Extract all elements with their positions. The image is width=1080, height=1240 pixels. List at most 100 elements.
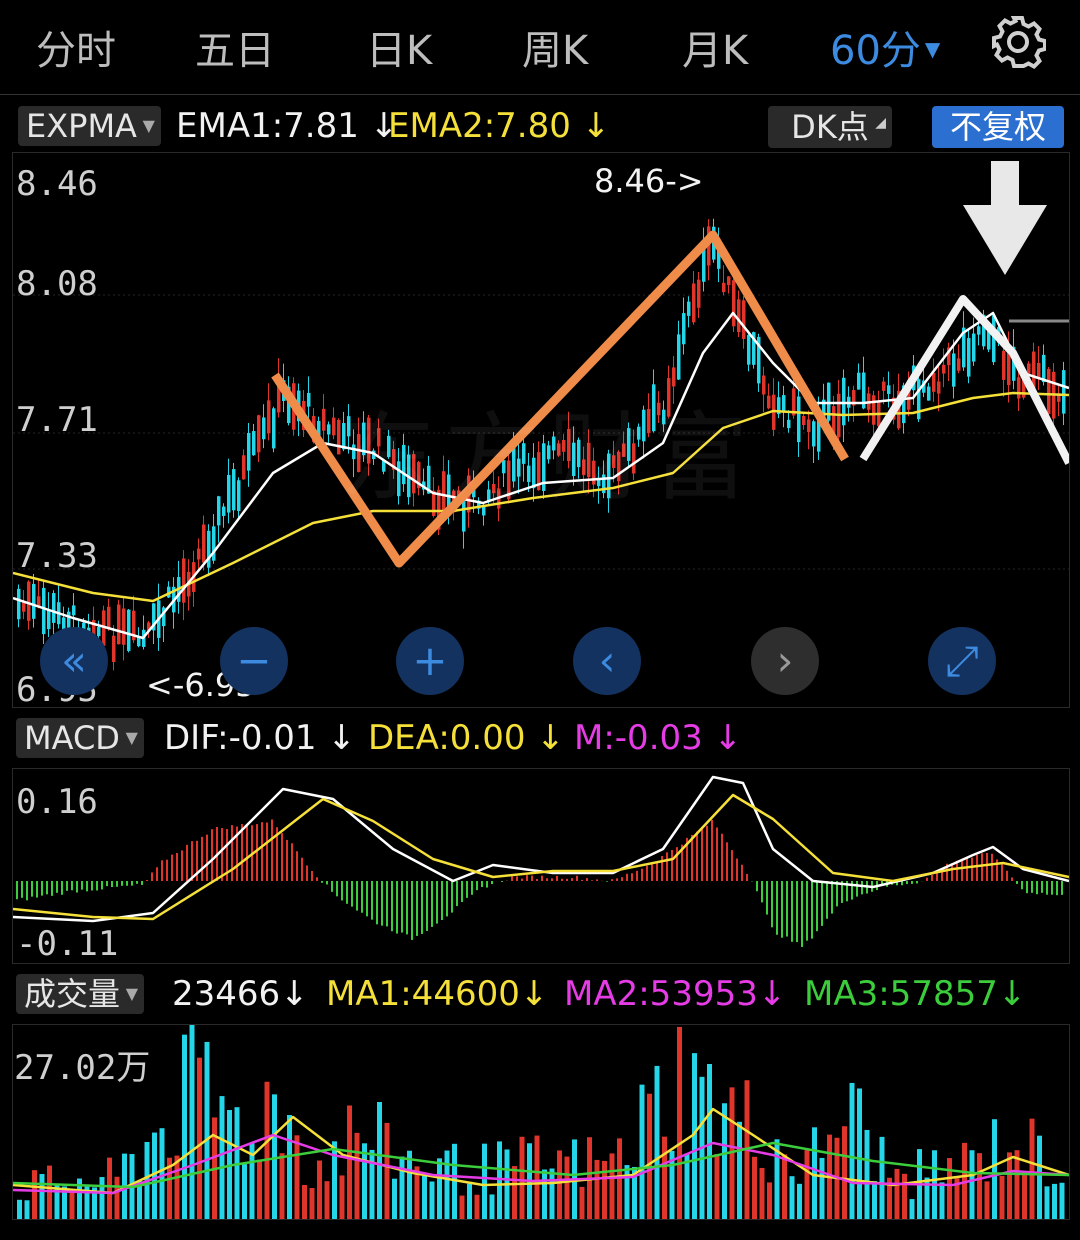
volume-bar xyxy=(242,1164,247,1219)
candle-body xyxy=(202,524,206,563)
tab-five-day[interactable]: 五日 xyxy=(195,18,275,76)
previous-button[interactable]: ‹ xyxy=(573,627,641,695)
candle-body xyxy=(257,415,261,453)
volume-bar xyxy=(812,1127,817,1219)
volume-bar xyxy=(182,1034,187,1219)
volume-bar xyxy=(1044,1186,1050,1219)
candle-body xyxy=(52,593,56,623)
ema2-arrow: ↓ xyxy=(581,106,611,146)
macd-select[interactable]: MACD ▼ xyxy=(16,718,144,758)
candle-body xyxy=(727,276,731,286)
tab-60min[interactable]: 60分 ▼ xyxy=(830,18,940,76)
candle-body xyxy=(917,379,921,420)
tab-intraday[interactable]: 分时 xyxy=(36,18,116,76)
candle-body xyxy=(327,424,331,435)
candle-body xyxy=(692,283,696,323)
candle-body xyxy=(242,455,246,480)
volume-bar xyxy=(392,1178,397,1219)
rewind-icon: « xyxy=(61,636,87,685)
high-price-label: 8.46-> xyxy=(594,162,704,200)
volume-indicator-bar: 成交量 ▼ 23466↓ MA1:44600↓ MA2:53953↓ MA3:57… xyxy=(0,972,1080,1016)
tab-daily-k[interactable]: 日K xyxy=(366,18,432,76)
macd-chart[interactable] xyxy=(12,768,1070,964)
ema1-value: EMA1:7.81 ↓ xyxy=(176,106,398,146)
ema2-text: EMA2:7.80 xyxy=(388,106,571,146)
candle-body xyxy=(767,395,771,409)
candle-body xyxy=(972,333,976,362)
candle-body xyxy=(807,419,811,433)
vol-ma1-arrow: ↓ xyxy=(519,974,549,1014)
volume-bar xyxy=(737,1121,742,1219)
volume-bar xyxy=(54,1184,60,1219)
next-icon: › xyxy=(776,636,794,685)
candle-body xyxy=(797,396,801,443)
candle-body xyxy=(932,372,936,392)
volume-bar xyxy=(219,1096,225,1219)
volume-bar xyxy=(939,1182,945,1219)
volume-bar xyxy=(767,1182,772,1219)
volume-bar xyxy=(1029,1118,1035,1219)
watermark: 东方财富 xyxy=(340,402,756,514)
candle-body xyxy=(682,313,686,345)
zoom-in-icon: + xyxy=(412,636,448,685)
volume-name: 成交量 xyxy=(24,975,121,1013)
tab-60min-label: 60分 xyxy=(830,28,921,74)
volume-bar xyxy=(872,1181,877,1219)
main-indicator-select[interactable]: EXPMA ▼ xyxy=(18,106,161,146)
gear-icon[interactable] xyxy=(990,14,1046,70)
volume-bar xyxy=(789,1176,795,1219)
volume-select[interactable]: 成交量 ▼ xyxy=(16,974,145,1014)
volume-bar xyxy=(197,1057,202,1219)
volume-chart[interactable] xyxy=(12,1024,1070,1220)
dropdown-icon: ▼ xyxy=(125,984,139,1003)
next-button[interactable]: › xyxy=(751,627,819,695)
y-tick-label: 8.08 xyxy=(16,264,98,304)
volume-bar xyxy=(624,1165,630,1219)
volume-bar xyxy=(1059,1182,1065,1219)
candle-body xyxy=(977,326,981,335)
candle-body xyxy=(32,583,36,619)
volume-bar xyxy=(984,1181,990,1219)
volume-bar xyxy=(639,1084,645,1219)
volume-bar xyxy=(752,1156,757,1219)
candle-body xyxy=(747,334,751,365)
volume-bar xyxy=(864,1129,870,1219)
y-tick-label: 8.46 xyxy=(16,164,98,204)
zoom-out-button[interactable]: − xyxy=(220,627,288,695)
volume-bar xyxy=(39,1174,45,1219)
candle-body xyxy=(782,395,786,411)
candle-body xyxy=(37,596,41,607)
volume-bar xyxy=(69,1191,75,1219)
candle-body xyxy=(1017,377,1021,399)
volume-bar xyxy=(1007,1152,1012,1219)
main-indicator-bar: EXPMA ▼ EMA1:7.81 ↓ EMA2:7.80 ↓ xyxy=(0,104,1080,148)
zoom-in-button[interactable]: + xyxy=(396,627,464,695)
dk-point-button[interactable]: DK点 ◢ xyxy=(768,106,892,148)
vol-ma3-text: MA3:57857 xyxy=(804,974,998,1014)
volume-bar xyxy=(377,1102,382,1219)
candle-body xyxy=(1062,370,1066,414)
dif-value: DIF:-0.01 ↓ xyxy=(164,718,356,758)
dea-text: DEA:0.00 xyxy=(368,718,526,758)
period-tabs: 分时 五日 日K 周K 月K 60分 ▼ xyxy=(0,0,1080,92)
volume-bar xyxy=(722,1103,727,1219)
volume-chart-svg xyxy=(13,1025,1069,1219)
tab-weekly-k[interactable]: 周K xyxy=(522,18,588,76)
fullscreen-button[interactable]: ⤢ xyxy=(928,627,996,695)
adjust-button[interactable]: 不复权 xyxy=(932,106,1064,148)
tab-monthly-k[interactable]: 月K xyxy=(682,18,748,76)
volume-bar xyxy=(512,1166,517,1219)
volume-bar xyxy=(579,1186,585,1219)
vol-ma2-arrow: ↓ xyxy=(757,974,787,1014)
volume-bar xyxy=(17,1199,22,1219)
volume-bar xyxy=(564,1156,570,1219)
candle-body xyxy=(232,469,236,511)
candle-body xyxy=(237,480,241,511)
candle-body xyxy=(857,372,861,390)
rewind-button[interactable]: « xyxy=(40,627,108,695)
candle-body xyxy=(17,588,21,620)
prev-icon: ‹ xyxy=(598,636,616,685)
volume-bar xyxy=(444,1150,450,1219)
volume-bar xyxy=(174,1155,180,1219)
candle-body xyxy=(247,432,251,471)
